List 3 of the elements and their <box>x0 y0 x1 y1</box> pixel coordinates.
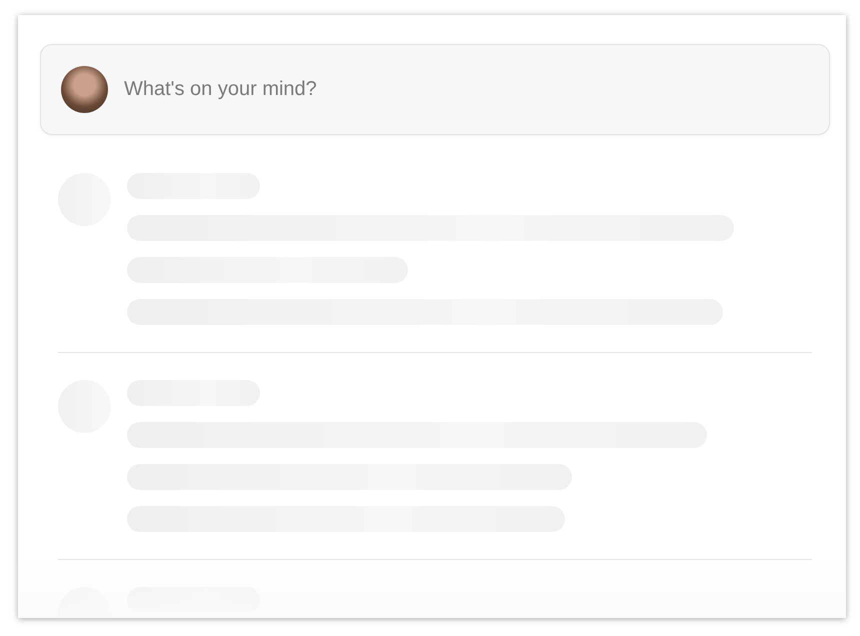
user-avatar <box>61 66 108 113</box>
post-input[interactable]: What's on your mind? <box>124 72 809 107</box>
post-input-field[interactable]: What's on your mind? <box>40 44 830 135</box>
